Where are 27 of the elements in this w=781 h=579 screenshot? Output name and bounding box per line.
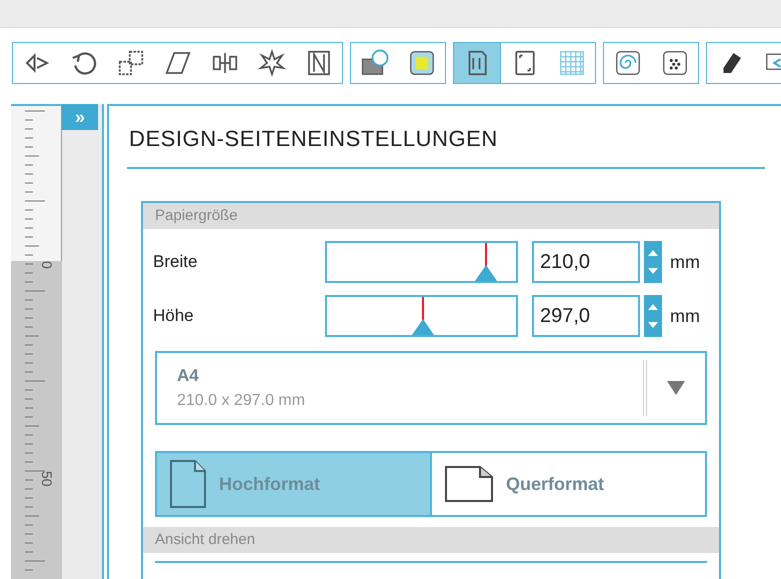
- unit-label: mm: [670, 250, 700, 274]
- slider-thumb[interactable]: [474, 243, 497, 281]
- number-field[interactable]: 210,0: [532, 241, 640, 283]
- ruler-label: 50: [40, 471, 54, 487]
- expand-button[interactable]: »: [62, 104, 98, 130]
- media-icon: [360, 48, 390, 78]
- size-slider[interactable]: [325, 241, 518, 283]
- preset-name: A4: [177, 365, 200, 388]
- stepper[interactable]: [644, 295, 662, 337]
- field-label: Höhe: [153, 305, 195, 328]
- section-header: Papiergröße: [143, 203, 719, 229]
- unit-label: mm: [670, 304, 700, 328]
- field-label: Breite: [153, 251, 198, 274]
- preset-size: 210.0 x 297.0 mm: [177, 390, 306, 411]
- panel-title: DESIGN-SEITENEINSTELLUNGEN: [127, 122, 765, 169]
- section-header: Ansicht drehen: [143, 527, 719, 553]
- slider-thumb[interactable]: [412, 297, 434, 335]
- orientation-button[interactable]: Hochformat: [157, 453, 430, 515]
- star-icon: [256, 48, 286, 78]
- paper-dropdown[interactable]: A4 210.0 x 297.0 mm: [155, 351, 707, 425]
- stepper[interactable]: [644, 241, 662, 283]
- number-field[interactable]: 297,0: [532, 295, 640, 337]
- ruler-label: 0: [40, 261, 54, 269]
- size-slider[interactable]: [325, 295, 518, 337]
- portrait-page-icon: [169, 459, 207, 509]
- caret-icon: [667, 381, 685, 395]
- landscape-page-icon: [444, 465, 494, 503]
